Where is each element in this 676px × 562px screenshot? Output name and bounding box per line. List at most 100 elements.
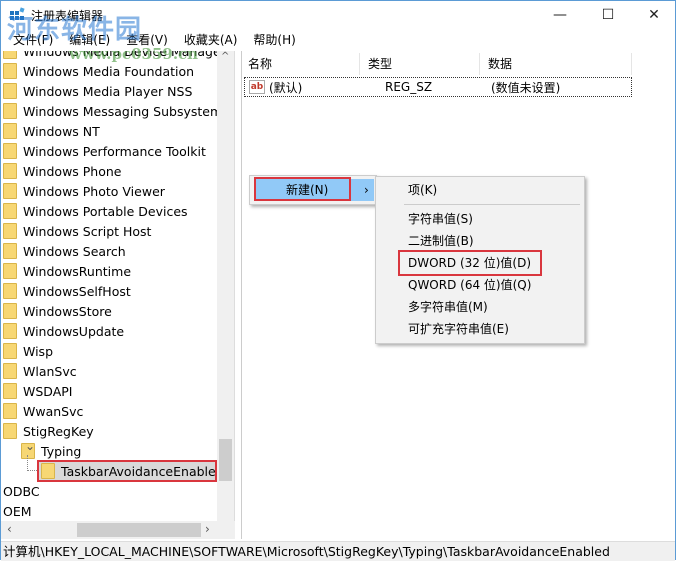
tree-item-label: Windows Search (23, 243, 126, 259)
menu-edit[interactable]: 编辑(E) (61, 30, 118, 50)
submenu-item-binary-value[interactable]: 二进制值(B) (408, 230, 474, 252)
tree-item[interactable]: Wisp (3, 341, 53, 361)
tree-item[interactable]: Windows Photo Viewer (3, 181, 165, 201)
tree-item[interactable]: StigRegKey (3, 421, 94, 441)
tree-connector (27, 455, 39, 471)
tree-item-label: Windows Photo Viewer (23, 183, 165, 199)
submenu-separator (404, 204, 580, 205)
submenu-item-dword-value[interactable]: DWORD (32 位)值(D) (408, 252, 531, 274)
tree-item-label: Windows NT (23, 123, 100, 139)
column-header-data[interactable]: 数据 (482, 53, 632, 75)
maximize-icon: ☐ (601, 7, 615, 23)
tree-item-label: Typing (41, 443, 82, 459)
folder-icon (3, 403, 17, 419)
submenu-item-string-value[interactable]: 字符串值(S) (408, 208, 473, 230)
registry-editor-window: 注册表编辑器 — ☐ ✕ 文件(F) 编辑(E) 查看(V) 收藏夹(A) 帮助… (0, 0, 676, 561)
tree-item[interactable]: Windows Script Host (3, 221, 151, 241)
menu-view[interactable]: 查看(V) (118, 30, 176, 50)
submenu-item-key[interactable]: 项(K) (408, 179, 437, 201)
tree-item[interactable]: Windows Search (3, 241, 126, 261)
tree-item-label: Windows Media Foundation (23, 63, 195, 79)
folder-icon (3, 203, 17, 219)
folder-icon (3, 163, 17, 179)
tree-item[interactable]: OEM (3, 501, 32, 521)
folder-icon (3, 143, 17, 159)
tree-item-label: Windows Phone (23, 163, 122, 179)
expand-chevron-icon[interactable]: ⌄ (25, 439, 35, 453)
submenu-item-expandable-string-value[interactable]: 可扩充字符串值(E) (408, 318, 509, 340)
folder-icon (3, 183, 17, 199)
tree-item[interactable]: WindowsUpdate (3, 321, 124, 341)
tree-item-label: Windows Media Player NSS (23, 83, 193, 99)
folder-icon (3, 263, 17, 279)
window-title: 注册表编辑器 (31, 9, 104, 23)
title-bar: 注册表编辑器 — ☐ ✕ (1, 1, 675, 29)
tree-item[interactable]: Windows Media Player NSS (3, 81, 192, 101)
context-menu: 新建(N) › (249, 175, 377, 205)
tree-item[interactable]: Windows Messaging Subsystem (3, 101, 222, 121)
tree-item[interactable]: WindowsStore (3, 301, 112, 321)
folder-icon (3, 323, 17, 339)
scroll-up-icon[interactable]: ^ (221, 51, 229, 62)
scroll-right-icon[interactable]: › (205, 522, 210, 536)
tree-horizontal-scroll-thumb[interactable] (77, 523, 201, 537)
new-label: 新建(N) (286, 183, 329, 197)
context-menu-item-new[interactable]: 新建(N) › (254, 179, 374, 201)
tree-item-label: WindowsRuntime (23, 263, 132, 279)
tree-vertical-scroll-thumb[interactable] (219, 439, 232, 481)
minimize-button[interactable]: — (537, 1, 583, 29)
close-button[interactable]: ✕ (631, 1, 676, 29)
folder-icon (3, 423, 17, 439)
folder-icon (41, 463, 55, 479)
folder-icon (3, 223, 17, 239)
tree-item[interactable]: WlanSvc (3, 361, 77, 381)
folder-icon (3, 123, 17, 139)
registry-key-tree[interactable]: Windows Media Device Manager Windows Medi… (1, 51, 235, 539)
tree-item-label: Windows Portable Devices (23, 203, 188, 219)
new-submenu: 项(K) 字符串值(S) 二进制值(B) DWORD (32 位)值(D) QW… (375, 176, 585, 344)
value-type: REG_SZ (385, 80, 433, 94)
menu-file[interactable]: 文件(F) (5, 30, 61, 50)
folder-icon (3, 63, 17, 79)
folder-icon (3, 283, 17, 299)
string-value-icon: ab (249, 80, 265, 94)
registry-editor-icon (10, 7, 25, 20)
scroll-left-icon[interactable]: ‹ (7, 522, 12, 536)
submenu-item-multi-string-value[interactable]: 多字符串值(M) (408, 296, 488, 318)
menu-help[interactable]: 帮助(H) (245, 30, 303, 50)
close-icon: ✕ (648, 7, 660, 23)
folder-icon (3, 83, 17, 99)
folder-icon (3, 243, 17, 259)
submenu-item-qword-value[interactable]: QWORD (64 位)值(Q) (408, 274, 531, 296)
tree-item-label: WindowsStore (23, 303, 112, 319)
tree-item-label: TaskbarAvoidanceEnabled (61, 463, 224, 479)
tree-item[interactable]: Windows Media Foundation (3, 61, 194, 81)
tree-item[interactable]: WSDAPI (3, 381, 72, 401)
value-row[interactable]: ab (默认) REG_SZ (数值未设置) (244, 77, 632, 97)
menu-bar: 文件(F) 编辑(E) 查看(V) 收藏夹(A) 帮助(H) (1, 29, 675, 51)
tree-item-label: Wisp (23, 343, 54, 359)
tree-item-label: WlanSvc (23, 363, 77, 379)
column-header-name[interactable]: 名称 (242, 53, 360, 75)
tree-item[interactable]: Windows Media Device Manager (3, 51, 226, 61)
folder-icon (3, 383, 17, 399)
tree-item[interactable]: Windows Performance Toolkit (3, 141, 206, 161)
tree-item[interactable]: Windows Phone (3, 161, 122, 181)
tree-item[interactable]: WindowsRuntime (3, 261, 131, 281)
status-bar-path: 计算机\HKEY_LOCAL_MACHINE\SOFTWARE\Microsof… (1, 541, 675, 561)
tree-item-label: Windows Media Device Manager (23, 51, 226, 59)
tree-item[interactable]: WwanSvc (3, 401, 83, 421)
tree-item[interactable]: Windows NT (3, 121, 100, 141)
value-data: (数值未设置) (491, 80, 561, 95)
column-header-type[interactable]: 类型 (362, 53, 480, 75)
tree-item[interactable]: ODBC (3, 481, 40, 501)
tree-item-label: WSDAPI (23, 383, 73, 399)
tree-item-label: ODBC (3, 483, 40, 499)
tree-item[interactable]: Windows Portable Devices (3, 201, 188, 221)
tree-item-label: WindowsUpdate (23, 323, 125, 339)
tree-item[interactable]: WindowsSelfHost (3, 281, 131, 301)
tree-item-label: Windows Performance Toolkit (23, 143, 206, 159)
folder-icon (3, 51, 17, 59)
menu-favorites[interactable]: 收藏夹(A) (176, 30, 246, 50)
maximize-button[interactable]: ☐ (585, 1, 631, 29)
